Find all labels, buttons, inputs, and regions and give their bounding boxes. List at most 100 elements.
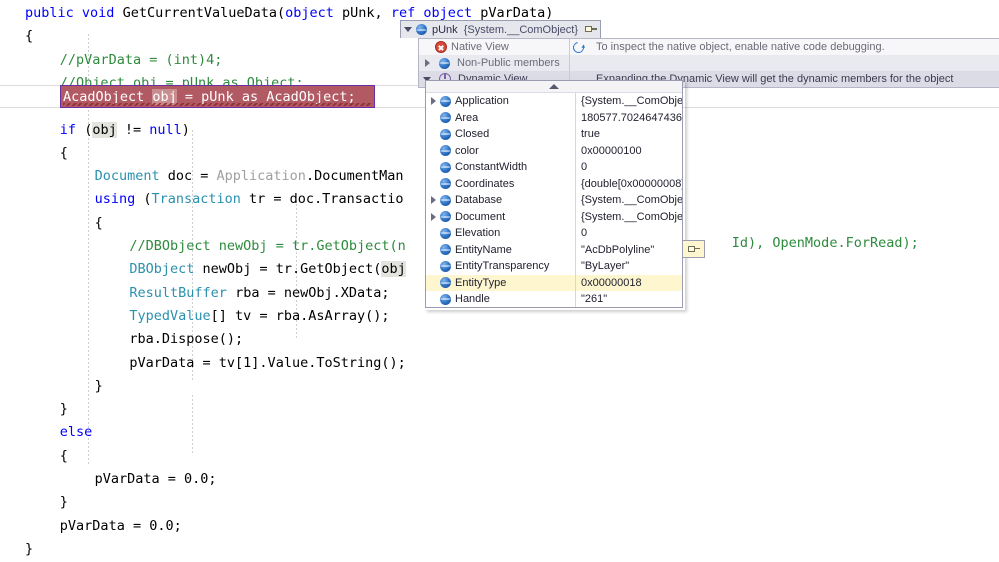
- code-token: obj: [381, 261, 405, 277]
- member-row[interactable]: HasExtensionDictionaryfalse: [426, 308, 682, 309]
- non-public-label-cell: Non-Public members: [419, 57, 569, 69]
- code-line: pVarData = 0.0;: [0, 468, 999, 491]
- member-row[interactable]: Document{System.__ComObject}: [426, 209, 682, 226]
- code-token: object: [423, 5, 472, 21]
- chevron-down-icon[interactable]: [404, 27, 412, 32]
- expander-cell[interactable]: [419, 59, 435, 67]
- native-view-refresh-cell[interactable]: [570, 42, 586, 53]
- member-name: Coordinates: [455, 178, 575, 190]
- native-view-label: Native View: [451, 41, 509, 53]
- pin-icon[interactable]: [585, 25, 597, 34]
- member-ball-icon: [440, 211, 451, 222]
- member-value: "ByLayer": [576, 260, 629, 272]
- member-name: Closed: [455, 128, 575, 140]
- code-token: null: [149, 122, 182, 138]
- member-name: EntityTransparency: [455, 260, 575, 272]
- member-name: ConstantWidth: [455, 161, 575, 173]
- code-token: pUnk,: [334, 5, 391, 21]
- member-name: Handle: [455, 293, 575, 305]
- member-row[interactable]: EntityName"AcDbPolyline": [426, 242, 682, 259]
- datatip-value: {System.__ComObject}: [464, 24, 578, 36]
- member-name: Application: [455, 95, 575, 107]
- selected-statement-box[interactable]: AcadObject obj = pUnk as AcadObject;: [60, 85, 375, 108]
- member-expander[interactable]: [426, 213, 440, 221]
- scroll-up-button[interactable]: [426, 81, 682, 93]
- chevron-right-icon[interactable]: [431, 213, 436, 221]
- datatip-expression: pUnk: [432, 24, 464, 36]
- code-token: DBObject: [129, 261, 194, 277]
- member-value: "261": [576, 293, 607, 305]
- member-row[interactable]: EntityTransparency"ByLayer": [426, 258, 682, 275]
- member-row[interactable]: Application{System.__ComObject}: [426, 93, 682, 110]
- code-token: pVarData = 0.0;: [60, 518, 182, 534]
- row-non-public-members[interactable]: Non-Public members: [419, 55, 999, 71]
- member-name: color: [455, 145, 575, 157]
- member-name: Area: [455, 112, 575, 124]
- member-ball-icon: [440, 112, 451, 123]
- member-value: 0x00000100: [576, 145, 642, 157]
- member-expander[interactable]: [426, 196, 440, 204]
- refresh-icon[interactable]: [570, 39, 585, 54]
- code-token: pVarData = tv[1].Value.ToString();: [129, 355, 405, 371]
- code-line: else: [0, 421, 999, 444]
- pin-icon[interactable]: [688, 245, 700, 254]
- row-native-view[interactable]: Native View To inspect the native object…: [419, 39, 999, 55]
- code-line: pVarData = tv[1].Value.ToString();: [0, 352, 999, 375]
- member-value: {System.__ComObject}: [576, 194, 682, 206]
- member-row[interactable]: Elevation0: [426, 225, 682, 242]
- member-icon-cell: [440, 129, 455, 140]
- code-token: newObj = tr.GetObject(: [194, 261, 381, 277]
- code-line: TypedValue[] tv = rba.AsArray();: [0, 305, 999, 328]
- member-name: EntityType: [455, 277, 575, 289]
- chevron-right-icon[interactable]: [431, 196, 436, 204]
- member-icon-cell: [440, 96, 455, 107]
- member-icon-cell: [440, 211, 455, 222]
- chevron-right-icon[interactable]: [425, 59, 430, 67]
- member-row[interactable]: EntityType0x00000018: [426, 275, 682, 292]
- code-line: rba.Dispose();: [0, 328, 999, 351]
- dynamic-view-member-list[interactable]: Application{System.__ComObject}Area18057…: [425, 80, 683, 308]
- member-ball-icon: [440, 129, 451, 140]
- code-token: {: [25, 28, 33, 44]
- column-divider: [569, 55, 570, 71]
- member-row[interactable]: ConstantWidth0: [426, 159, 682, 176]
- member-value: 0: [576, 227, 587, 239]
- member-pin-button[interactable]: [683, 240, 705, 258]
- code-overflow-text: Id), OpenMode.ForRead);: [732, 235, 919, 251]
- code-line: }: [0, 375, 999, 398]
- member-row[interactable]: color0x00000100: [426, 143, 682, 160]
- member-icon-cell: [440, 112, 455, 123]
- member-name: Database: [455, 194, 575, 206]
- code-line: }: [0, 491, 999, 514]
- code-token: (: [135, 191, 151, 207]
- native-view-description: To inspect the native object, enable nat…: [586, 41, 885, 53]
- member-value: 0: [576, 161, 587, 173]
- code-line: }: [0, 538, 999, 561]
- error-x-icon: [435, 41, 447, 53]
- error-squiggle: [63, 103, 371, 106]
- member-row[interactable]: Closedtrue: [426, 126, 682, 143]
- code-token: object: [285, 5, 334, 21]
- code-token: TypedValue: [129, 308, 210, 324]
- code-line: {: [0, 445, 999, 468]
- non-public-label: Non-Public members: [457, 57, 560, 69]
- code-token: public: [25, 5, 74, 21]
- chevron-up-icon[interactable]: [549, 84, 559, 89]
- member-row[interactable]: Handle"261": [426, 291, 682, 308]
- member-row[interactable]: Database{System.__ComObject}: [426, 192, 682, 209]
- member-ball-icon: [440, 145, 451, 156]
- code-token: pVarData): [472, 5, 553, 21]
- member-row[interactable]: Area180577.70246474363: [426, 110, 682, 127]
- code-token: !=: [117, 122, 150, 138]
- member-ball-icon: [440, 261, 451, 272]
- datatip-header[interactable]: pUnk {System.__ComObject}: [400, 20, 601, 38]
- member-name: Elevation: [455, 227, 575, 239]
- member-expander[interactable]: [426, 97, 440, 105]
- member-ball-icon: [416, 24, 427, 35]
- code-token: Transaction: [152, 191, 241, 207]
- chevron-right-icon[interactable]: [431, 97, 436, 105]
- member-icon-cell: [440, 261, 455, 272]
- member-ball-icon: [440, 294, 451, 305]
- member-row[interactable]: Coordinates{double[0x00000008]}: [426, 176, 682, 193]
- member-icon-cell: [440, 178, 455, 189]
